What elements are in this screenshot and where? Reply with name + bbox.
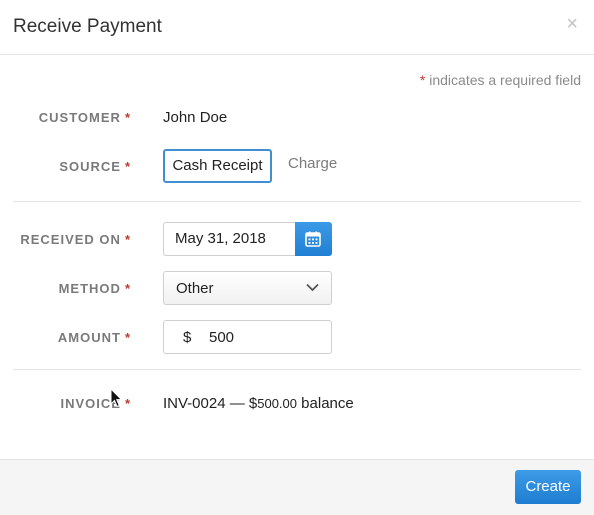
chevron-down-icon xyxy=(306,283,319,292)
mouse-pointer-icon xyxy=(110,388,123,408)
calendar-icon xyxy=(305,231,321,247)
received-on-label-text: RECEIVED ON xyxy=(20,232,121,247)
create-button[interactable]: Create xyxy=(515,470,581,504)
invoice-selection[interactable]: INV-0024 — $500.00 balance xyxy=(163,395,354,412)
method-select[interactable]: Other xyxy=(163,271,332,305)
required-star: * xyxy=(124,396,131,411)
required-star: * xyxy=(419,72,426,88)
method-label: METHOD * xyxy=(10,281,131,296)
amount-value: 500 xyxy=(209,329,235,346)
customer-label: CUSTOMER * xyxy=(10,110,131,125)
required-star: * xyxy=(124,281,131,296)
required-star: * xyxy=(124,232,131,247)
close-icon[interactable]: × xyxy=(566,14,578,34)
received-on-label: RECEIVED ON * xyxy=(10,232,131,247)
method-selected-value: Other xyxy=(176,280,214,297)
invoice-separator: — xyxy=(229,395,245,412)
received-on-date-input[interactable]: May 31, 2018 xyxy=(163,222,305,256)
source-label: SOURCE * xyxy=(10,159,131,174)
amount-input[interactable]: $ 500 xyxy=(163,320,332,354)
method-label-text: METHOD xyxy=(58,281,121,296)
invoice-number: INV-0024 xyxy=(163,395,226,412)
source-label-text: SOURCE xyxy=(59,159,121,174)
section-divider xyxy=(13,201,581,202)
section-divider xyxy=(13,369,581,370)
customer-name: John Doe xyxy=(163,109,228,126)
modal-footer: Create xyxy=(0,459,594,515)
required-star: * xyxy=(124,330,131,345)
currency-symbol: $ xyxy=(183,329,192,346)
required-note-text: indicates a required field xyxy=(429,72,581,88)
required-star: * xyxy=(124,159,131,174)
invoice-balance-amount: 500.00 xyxy=(257,396,297,411)
invoice-balance-prefix: $ xyxy=(248,395,258,412)
source-cash-receipt-button[interactable]: Cash Receipt xyxy=(163,149,272,183)
source-charge-button[interactable]: Charge xyxy=(288,149,337,179)
amount-label: AMOUNT * xyxy=(10,330,131,345)
modal-title: Receive Payment xyxy=(13,16,162,37)
invoice-balance-suffix: balance xyxy=(301,395,354,412)
required-star: * xyxy=(124,110,131,125)
amount-label-text: AMOUNT xyxy=(57,330,121,345)
receive-payment-modal: Receive Payment × * indicates a required… xyxy=(0,0,594,515)
modal-header: Receive Payment × xyxy=(0,0,594,55)
customer-label-text: CUSTOMER xyxy=(38,110,121,125)
date-picker-button[interactable] xyxy=(295,222,332,256)
required-field-note: * indicates a required field xyxy=(420,72,581,88)
